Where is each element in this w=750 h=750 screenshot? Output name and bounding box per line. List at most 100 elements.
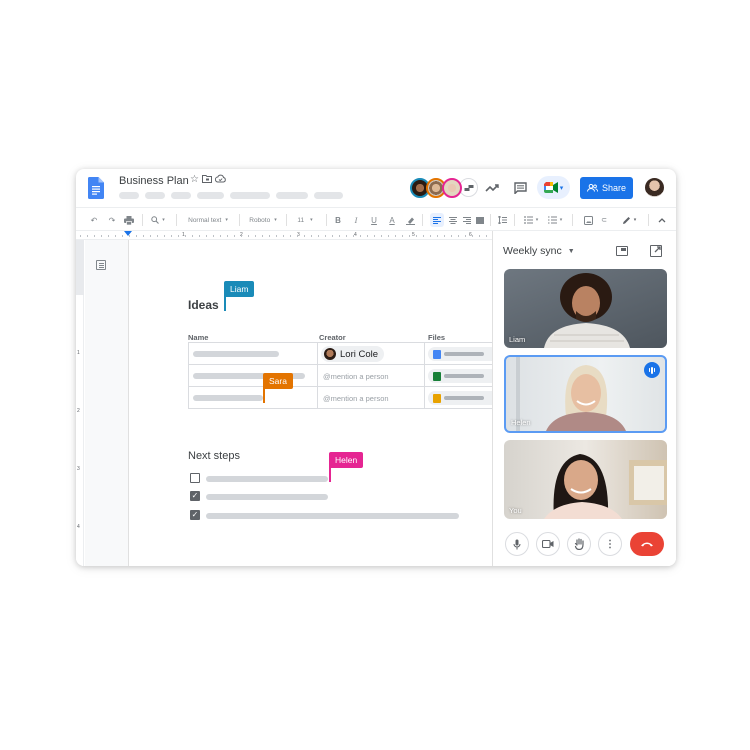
ruler-tick	[367, 235, 368, 237]
participant-tile-helen[interactable]: Helen	[504, 355, 667, 433]
document-outline-icon[interactable]	[96, 260, 106, 270]
google-docs-logo-icon[interactable]	[88, 177, 104, 199]
comments-icon[interactable]	[512, 180, 528, 196]
justify-icon[interactable]	[474, 208, 486, 232]
ruler-tick	[178, 235, 179, 237]
participant-tile-liam[interactable]: Liam	[504, 269, 667, 348]
numbered-list-icon[interactable]: ▾	[544, 208, 566, 232]
avatar-helen[interactable]	[442, 178, 462, 198]
pencil-icon	[622, 216, 630, 224]
ruler-tick	[227, 235, 228, 237]
mention-placeholder[interactable]: @mention a person	[323, 394, 389, 403]
underline-button[interactable]: U	[368, 208, 380, 232]
checklist-checkbox-unchecked[interactable]	[190, 473, 200, 483]
menu-item-file[interactable]	[119, 192, 139, 199]
cloud-saved-icon[interactable]	[214, 174, 226, 186]
ruler-tick	[206, 235, 207, 237]
participant-video-liam	[544, 273, 630, 348]
heading-next-steps[interactable]: Next steps	[188, 450, 240, 462]
collaborator-avatars	[410, 178, 478, 198]
ruler-tick	[255, 235, 256, 237]
line-spacing-icon[interactable]	[496, 208, 508, 232]
ruler-tick	[416, 235, 417, 237]
table-row[interactable]: @mention a person	[188, 365, 498, 387]
google-slides-file-icon	[433, 394, 441, 403]
ruler-tick	[479, 235, 480, 237]
column-header-files: Files	[428, 333, 446, 342]
ruler-tick	[283, 235, 284, 237]
table-row[interactable]: Lori Cole	[188, 343, 498, 365]
mention-placeholder[interactable]: @mention a person	[323, 372, 389, 381]
caret-down-icon: ▼	[567, 247, 575, 255]
checklist-checkbox-checked[interactable]: ✓	[190, 491, 200, 501]
font-size-select[interactable]: 11 ▾	[292, 208, 318, 232]
menu-item-insert[interactable]	[197, 192, 224, 199]
menu-item-help[interactable]	[314, 192, 343, 199]
menu-item-edit[interactable]	[145, 192, 165, 199]
speaking-indicator-icon	[644, 362, 660, 378]
ruler-tick	[332, 235, 333, 237]
ideas-table: Lori Cole @mention a person @mention a p…	[188, 342, 498, 409]
join-meet-button[interactable]: ▾	[537, 176, 570, 199]
participant-video-you	[544, 454, 667, 519]
move-to-folder-icon[interactable]	[201, 174, 212, 186]
zoom-select[interactable]: ▾	[148, 208, 168, 232]
table-row[interactable]: @mention a person	[188, 387, 498, 409]
bold-button[interactable]: B	[332, 208, 344, 232]
camera-button[interactable]	[536, 532, 560, 556]
activity-trend-icon[interactable]	[484, 180, 500, 196]
star-icon[interactable]: ☆	[190, 174, 199, 186]
participant-tile-you[interactable]: You	[504, 440, 667, 519]
checklist-checkbox-checked[interactable]: ✓	[190, 510, 200, 520]
align-right-icon[interactable]	[461, 208, 473, 232]
align-left-icon[interactable]	[430, 213, 444, 227]
raise-hand-button[interactable]	[567, 532, 591, 556]
ruler-tick	[234, 235, 235, 237]
link-icon[interactable]: ⊂	[598, 208, 610, 232]
menu-item-format[interactable]	[230, 192, 270, 199]
ruler-tick	[388, 235, 389, 237]
ruler-tick	[185, 235, 186, 237]
ruler-tick	[80, 235, 81, 237]
microphone-button[interactable]	[505, 532, 529, 556]
file-chip[interactable]	[428, 347, 498, 361]
indent-marker[interactable]	[124, 231, 132, 236]
menu-item-view[interactable]	[171, 192, 191, 199]
text-color-button[interactable]: A	[386, 208, 398, 232]
meeting-title-dropdown[interactable]: Weekly sync ▼	[503, 245, 575, 257]
picture-in-picture-icon[interactable]	[616, 246, 628, 256]
hang-up-button[interactable]	[630, 532, 664, 556]
align-center-icon[interactable]	[447, 208, 459, 232]
file-chip[interactable]	[428, 369, 498, 383]
open-in-new-window-icon[interactable]	[650, 245, 662, 257]
google-sheets-file-icon	[433, 372, 441, 381]
account-avatar[interactable]	[645, 178, 664, 197]
document-title[interactable]: Business Plan	[119, 175, 189, 187]
vertical-ruler[interactable]: 1 2 3 4	[76, 240, 84, 566]
ruler-tick	[262, 235, 263, 237]
formatting-toolbar: ↶ ↷ ▾ Normal text ▾ Roboto ▾ 11 ▾ B I U A	[76, 207, 676, 231]
hang-up-icon	[641, 542, 653, 547]
column-header-name: Name	[188, 333, 209, 342]
more-options-icon[interactable]: ⋮	[598, 532, 622, 556]
insert-image-icon[interactable]	[582, 208, 594, 232]
font-select[interactable]: Roboto ▾	[244, 208, 282, 232]
highlighter-icon[interactable]	[404, 208, 416, 232]
menu-item-tools[interactable]	[276, 192, 308, 199]
ruler-tick	[430, 235, 431, 237]
horizontal-ruler[interactable]: 1 2 3 4 5 6	[76, 231, 492, 240]
undo-icon[interactable]: ↶	[88, 208, 100, 232]
file-chip[interactable]	[428, 391, 498, 405]
editing-mode-select[interactable]: ▾	[618, 208, 640, 232]
paragraph-style-select[interactable]: Normal text ▾	[182, 208, 234, 232]
redo-icon[interactable]: ↷	[106, 208, 118, 232]
heading-ideas[interactable]: Ideas	[188, 298, 219, 312]
collapse-toolbar-chevron-up-icon[interactable]	[656, 208, 668, 232]
participant-name: Liam	[509, 335, 526, 344]
print-icon[interactable]	[122, 208, 136, 232]
bulleted-list-icon[interactable]: ▾	[520, 208, 542, 232]
share-button[interactable]: Share	[580, 177, 633, 199]
italic-button[interactable]: I	[350, 208, 362, 232]
ruler-tick	[101, 235, 102, 237]
person-chip[interactable]: Lori Cole	[321, 346, 385, 362]
